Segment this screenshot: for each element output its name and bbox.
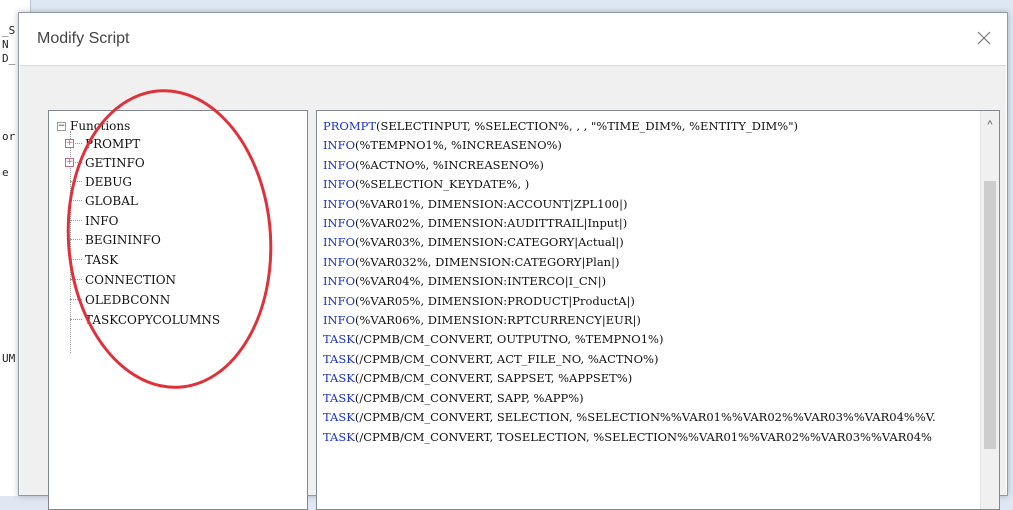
background-text: e (2, 166, 9, 179)
tree-item-prompt[interactable]: + PROMPT (65, 135, 141, 152)
collapse-icon[interactable]: − (57, 121, 66, 131)
tree-item-label: CONNECTION (85, 272, 177, 287)
background-text: N (2, 38, 9, 51)
tree-item-label: INFO (85, 213, 119, 228)
script-arguments: (%VAR02%, DIMENSION:AUDITTRAIL|Input|) (355, 216, 628, 231)
script-line: TASK(/CPMB/CM_CONVERT, SAPP, %APP%) (323, 389, 979, 408)
tree-item-oledbconn[interactable]: OLEDBCONN (70, 291, 170, 308)
script-arguments: (%VAR01%, DIMENSION:ACCOUNT|ZPL100|) (355, 196, 628, 211)
script-line: INFO(%VAR06%, DIMENSION:RPTCURRENCY|EUR|… (323, 311, 979, 330)
tree-item-label: GLOBAL (85, 193, 138, 208)
script-command: INFO (323, 235, 356, 250)
dialog-body: − Functions + PROMPT + GETINFO DEBUG GLO… (20, 65, 1006, 510)
tree-item-label: GETINFO (85, 155, 145, 170)
tree-item-label: TASKCOPYCOLUMNS (85, 312, 221, 327)
script-line: TASK(/CPMB/CM_CONVERT, ACT_FILE_NO, %ACT… (323, 350, 979, 369)
tree-item-begininfo[interactable]: BEGININFO (70, 231, 161, 248)
tree-item-connection[interactable]: CONNECTION (70, 271, 176, 288)
script-command: INFO (323, 274, 356, 289)
script-command: INFO (323, 138, 356, 153)
script-command: INFO (323, 196, 356, 211)
script-command: INFO (323, 313, 356, 328)
script-arguments: (SELECTINPUT, %SELECTION%, , , "%TIME_DI… (376, 119, 798, 133)
script-line: INFO(%VAR02%, DIMENSION:AUDITTRAIL|Input… (323, 214, 979, 233)
close-icon (977, 31, 991, 45)
script-line: INFO(%VAR03%, DIMENSION:CATEGORY|Actual|… (323, 233, 979, 252)
script-editor[interactable]: PROMPT(SELECTINPUT, %SELECTION%, , , "%T… (316, 110, 1000, 510)
script-arguments: (%VAR03%, DIMENSION:CATEGORY|Actual|) (355, 235, 624, 250)
tree-item-debug[interactable]: DEBUG (70, 173, 132, 190)
tree-root-label: Functions (70, 119, 131, 133)
script-command: PROMPT (323, 119, 377, 133)
tree-item-label: DEBUG (85, 174, 132, 189)
script-arguments: (%VAR032%, DIMENSION:CATEGORY|Plan|) (355, 254, 620, 269)
script-line: TASK(/CPMB/CM_CONVERT, TOSELECTION, %SEL… (323, 428, 979, 447)
script-arguments: (/CPMB/CM_CONVERT, TOSELECTION, %SELECTI… (354, 429, 932, 444)
script-arguments: (%ACTNO%, %INCREASENO%) (355, 157, 544, 172)
script-command: INFO (323, 254, 356, 269)
script-line: TASK(/CPMB/CM_CONVERT, SAPPSET, %APPSET%… (323, 369, 979, 388)
scrollbar-thumb[interactable] (984, 181, 996, 449)
modify-script-dialog: Modify Script − Functions + PROMPT + GET… (18, 12, 1008, 510)
script-arguments: (/CPMB/CM_CONVERT, SAPPSET, %APPSET%) (354, 371, 633, 386)
dialog-title: Modify Script (37, 30, 130, 47)
script-line: TASK(/CPMB/CM_CONVERT, SELECTION, %SELEC… (323, 408, 979, 427)
script-command: INFO (323, 216, 356, 231)
tree-item-info[interactable]: INFO (70, 212, 118, 229)
background-text: _S (2, 24, 16, 37)
expand-icon[interactable]: + (65, 139, 74, 148)
close-button[interactable] (971, 25, 997, 51)
expand-icon[interactable]: + (65, 158, 74, 167)
background-text: UM (2, 352, 16, 365)
script-arguments: (/CPMB/CM_CONVERT, OUTPUTNO, %TEMPNO1%) (354, 332, 664, 347)
tree-item-label: BEGININFO (85, 232, 161, 247)
chevron-up-icon: ^ (987, 119, 993, 131)
script-command: TASK (323, 429, 355, 444)
script-line: INFO(%VAR032%, DIMENSION:CATEGORY|Plan|) (323, 253, 979, 272)
script-arguments: (%VAR06%, DIMENSION:RPTCURRENCY|EUR|) (355, 313, 641, 328)
script-line: TASK(/CPMB/CM_CONVERT, OUTPUTNO, %TEMPNO… (323, 330, 979, 349)
script-arguments: (%TEMPNO1%, %INCREASENO%) (355, 138, 562, 153)
script-arguments: (%VAR04%, DIMENSION:INTERCO|I_CN|) (355, 274, 607, 289)
script-arguments: (/CPMB/CM_CONVERT, SELECTION, %SELECTION… (354, 410, 936, 425)
script-command: INFO (323, 157, 356, 172)
script-line: INFO(%TEMPNO1%, %INCREASENO%) (323, 136, 979, 155)
tree-root-functions[interactable]: − Functions (57, 118, 130, 134)
tree-item-label: PROMPT (85, 136, 141, 151)
script-command: INFO (323, 293, 356, 308)
script-line: INFO(%VAR05%, DIMENSION:PRODUCT|ProductA… (323, 292, 979, 311)
script-command: TASK (323, 332, 355, 347)
script-line: INFO(%SELECTION_KEYDATE%, ) (323, 175, 979, 194)
script-arguments: (/CPMB/CM_CONVERT, ACT_FILE_NO, %ACTNO%) (354, 351, 659, 366)
tree-item-label: TASK (85, 252, 119, 267)
script-line: INFO(%VAR04%, DIMENSION:INTERCO|I_CN|) (323, 272, 979, 291)
tree-item-global[interactable]: GLOBAL (70, 192, 138, 209)
script-arguments: (%VAR05%, DIMENSION:PRODUCT|ProductA|) (355, 293, 635, 308)
script-arguments: (%SELECTION_KEYDATE%, ) (355, 177, 530, 192)
tree-item-label: OLEDBCONN (85, 292, 171, 307)
tree-item-taskcopycolumns[interactable]: TASKCOPYCOLUMNS (70, 311, 220, 328)
script-command: TASK (323, 390, 355, 405)
script-line: PROMPT(SELECTINPUT, %SELECTION%, , , "%T… (323, 117, 979, 136)
script-text[interactable]: PROMPT(SELECTINPUT, %SELECTION%, , , "%T… (323, 117, 979, 447)
dialog-title-bar[interactable]: Modify Script (19, 13, 1007, 65)
script-command: INFO (323, 177, 356, 192)
vertical-scrollbar[interactable]: ^ (980, 111, 999, 509)
script-command: TASK (323, 371, 355, 386)
script-command: TASK (323, 351, 355, 366)
background-text: D_ (2, 52, 16, 65)
tree-item-getinfo[interactable]: + GETINFO (65, 154, 145, 171)
functions-tree[interactable]: − Functions + PROMPT + GETINFO DEBUG GLO… (48, 110, 308, 510)
scroll-up-button[interactable]: ^ (981, 117, 999, 133)
script-arguments: (/CPMB/CM_CONVERT, SAPP, %APP%) (354, 390, 584, 405)
background-text: or (2, 130, 16, 143)
script-line: INFO(%VAR01%, DIMENSION:ACCOUNT|ZPL100|) (323, 195, 979, 214)
script-command: TASK (323, 410, 355, 425)
tree-item-task[interactable]: TASK (70, 251, 118, 268)
script-line: INFO(%ACTNO%, %INCREASENO%) (323, 156, 979, 175)
